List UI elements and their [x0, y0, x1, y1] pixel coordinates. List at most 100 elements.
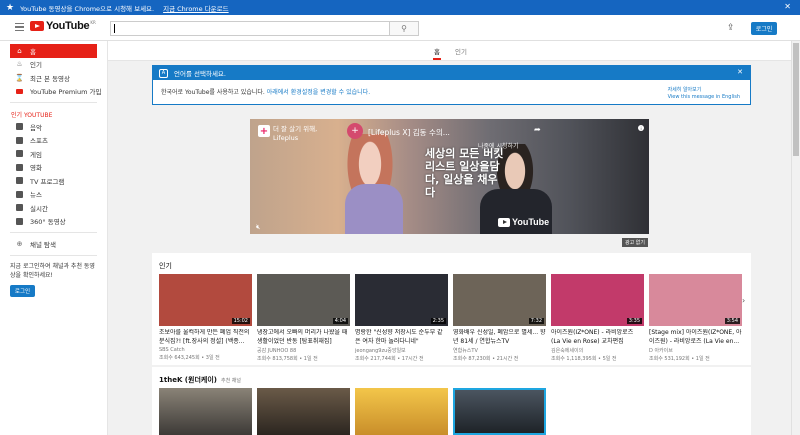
search-button[interactable]: ⚲ [390, 21, 419, 36]
youtube-logo[interactable]: YouTube KR [30, 20, 96, 32]
chrome-promo-bar: ★ YouTube 동영상을 Chrome으로 시청해 보세요. 지금 Chro… [0, 0, 800, 15]
video-thumbnail[interactable]: 3:54 [649, 274, 742, 326]
masthead-ad-video[interactable]: + 더 잘 살기 위해, Lifeplus + [Lifeplus X] 김동 수… [250, 119, 649, 234]
signin-prompt: 지금 로그인하여 채널과 추천 동영상을 확인하세요! [10, 262, 95, 279]
masthead: YouTube KR ⚲ ⇪ 로그인 [0, 15, 800, 41]
ad-video-title[interactable]: [Lifeplus X] 김동 수의... [368, 127, 450, 138]
trending-shelf: 인기 15:02 조보아를 울컥하게 만든 폐업 직전의 분식집?! [ft.장사… [152, 253, 751, 365]
signin-button[interactable]: 로그인 [751, 22, 777, 35]
video-card[interactable]: 3:54 [Stage mix] 아이즈원(IZ*ONE, 아이즈원) - 라비앙… [649, 274, 742, 362]
logo-text: YouTube [46, 20, 90, 32]
sidebar-item-gaming[interactable]: 게임 [0, 147, 107, 161]
sidebar-item-sports[interactable]: 스포츠 [0, 134, 107, 148]
sidebar-item-live[interactable]: 실시간 [0, 201, 107, 215]
channel-name[interactable]: D 아카이브 [649, 347, 742, 354]
download-chrome-link[interactable]: 지금 Chrome 다운로드 [163, 3, 229, 13]
video-thumbnail[interactable] [257, 388, 350, 435]
video-thumbnail[interactable]: 4:04 [257, 274, 350, 326]
video-thumbnail[interactable] [355, 388, 448, 435]
video-title[interactable]: 냉장고에서 오빠의 머리가 나왔을 때 생활이었던 반동 [탐표취재집] [257, 329, 350, 346]
change-settings-link[interactable]: 아래에서 환경설정을 변경할 수 있습니다. [267, 89, 370, 96]
channel-name[interactable]: 연합뉴스TV [453, 347, 546, 354]
video-title[interactable]: 명랑한 "신성향 저장시도 순두부 같은 여자 한마 놀러다니네" [355, 329, 448, 346]
info-icon[interactable]: i [638, 125, 644, 131]
ad-tagline: 더 잘 살기 위해, Lifeplus [273, 125, 318, 142]
tab-home[interactable]: 홈 [433, 46, 441, 60]
upload-icon[interactable]: ⇪ [727, 23, 735, 33]
share-icon[interactable]: ➦ [534, 125, 541, 134]
movies-icon [16, 163, 23, 171]
video-duration: 3:54 [724, 318, 740, 324]
sidebar-item-browse-channels[interactable]: ⊕ 채널 탐색 [0, 237, 107, 251]
close-icon[interactable]: ✕ [737, 68, 743, 76]
video-card[interactable]: 3:35 아이즈원(IZ*ONE) - 라비앙로즈 (La Vie en Rose… [551, 274, 644, 362]
video-card[interactable]: 4:04 냉장고에서 오빠의 머리가 나왔을 때 생활이었던 반동 [탐표취재집]… [257, 274, 350, 362]
star-icon: ★ [6, 2, 15, 13]
video-thumbnail[interactable]: 7:32 [453, 274, 546, 326]
video-meta: 조회수 531,192회 • 1일 전 [649, 356, 710, 362]
video-title[interactable]: 영화배우 신성일, 폐암으로 별세... 향년 81세 / 연합뉴스TV [453, 329, 546, 346]
sports-icon [16, 136, 23, 144]
news-icon [16, 190, 23, 198]
video-card[interactable]: 7:32 영화배우 신성일, 폐암으로 별세... 향년 81세 / 연합뉴스TV… [453, 274, 546, 362]
chevron-right-icon[interactable]: › [742, 296, 745, 305]
sidebar-item-history[interactable]: ⌛ 최근 본 동영상 [0, 71, 107, 85]
channel-name[interactable]: SBS Catch [159, 347, 252, 353]
video-thumbnail[interactable] [453, 388, 546, 435]
hourglass-icon: ⌛ [15, 73, 24, 82]
channel-avatar[interactable]: + [347, 123, 363, 139]
scrollbar[interactable] [791, 41, 800, 435]
home-icon: ⌂ [17, 46, 22, 55]
channel-name[interactable]: 공감 JUNHOO 88 [257, 347, 350, 354]
gaming-icon [16, 150, 23, 158]
sidebar-item-label: YouTube Premium 가입 [30, 88, 102, 97]
video-meta: 조회수 643,245회 • 3일 전 [159, 355, 220, 361]
best-of-youtube-heading: 인기 YOUTUBE [11, 112, 53, 119]
video-thumbnail[interactable]: 3:35 [551, 274, 644, 326]
mute-icon[interactable]: 🔇︎ [256, 223, 260, 232]
youtube-watermark: YouTube [498, 217, 549, 227]
view-in-english-link[interactable]: View this message in English [668, 94, 740, 101]
search-input[interactable] [110, 21, 390, 36]
sidebar-item-label: 최근 본 동영상 [30, 74, 71, 83]
close-icon[interactable]: ✕ [784, 2, 791, 11]
video-title[interactable]: 아이즈원(IZ*ONE) - 라비앙로즈 (La Vie en Rose) 교차… [551, 329, 644, 346]
scrollbar-thumb[interactable] [793, 43, 799, 156]
sidebar-item-label: 영화 [30, 164, 42, 173]
video-thumbnail[interactable] [159, 388, 252, 435]
video-thumbnail[interactable]: 2:35 [355, 274, 448, 326]
sidebar-item-music[interactable]: 음악 [0, 120, 107, 134]
sidebar-item-news[interactable]: 뉴스 [0, 188, 107, 202]
sidebar-item-label: TV 프로그램 [30, 177, 65, 186]
video-title[interactable]: 조보아를 울컥하게 만든 폐업 직전의 분식집?! [ft.장사의 정설] (백… [159, 329, 252, 346]
sidebar-item-360[interactable]: 360° 동영상 [0, 215, 107, 229]
shelf-title[interactable]: 인기 [159, 261, 172, 271]
shelf-subtitle: 추천 채널 [220, 378, 241, 384]
video-card[interactable]: 2:35 명랑한 "신성향 저장시도 순두부 같은 여자 한마 놀러다니네" jeo… [355, 274, 448, 362]
channel-name[interactable]: 김은숙에세이의 [551, 347, 644, 354]
sidebar-item-label: 홈 [30, 47, 36, 56]
sidebar-item-movies[interactable]: 영화 [0, 161, 107, 175]
sidebar-item-premium[interactable]: YouTube Premium 가입 [0, 85, 107, 99]
sidebar-item-trending[interactable]: ♨ 인기 [0, 58, 107, 72]
sidebar-item-label: 음악 [30, 123, 42, 132]
shelf-title[interactable]: 1theK (원더케이) 추천 채널 [159, 375, 241, 385]
menu-icon[interactable] [15, 23, 24, 31]
fire-icon: ♨ [16, 60, 23, 69]
tab-trending[interactable]: 인기 [455, 46, 467, 56]
video-card[interactable]: 15:02 조보아를 울컥하게 만든 폐업 직전의 분식집?! [ft.장사의 정… [159, 274, 252, 361]
sidebar-item-home[interactable]: ⌂ 홈 [10, 44, 97, 58]
sidebar-signin-button[interactable]: 로그인 [10, 284, 35, 297]
divider [10, 232, 97, 233]
channel-name[interactable]: jeongang9zu중앙일보 [355, 347, 448, 354]
video-duration: 15:02 [231, 318, 250, 324]
video-thumbnail[interactable]: 15:02 [159, 274, 252, 326]
plus-circle-icon: ⊕ [16, 239, 23, 248]
video-meta: 조회수 217,744회 • 17시간 전 [355, 356, 424, 362]
ad-label[interactable]: 광고 없기 [622, 238, 648, 247]
video-title[interactable]: [Stage mix] 아이즈원(IZ*ONE, 아이즈원) - 라비앙로즈 (… [649, 329, 742, 346]
sidebar-item-tv[interactable]: TV 프로그램 [0, 174, 107, 188]
youtube-play-icon [30, 21, 44, 31]
language-banner: A 언어를 선택하세요. ✕ 한국어로 YouTube를 사용하고 있습니다. … [152, 65, 751, 105]
sidebar-item-label: 인기 [30, 61, 42, 70]
